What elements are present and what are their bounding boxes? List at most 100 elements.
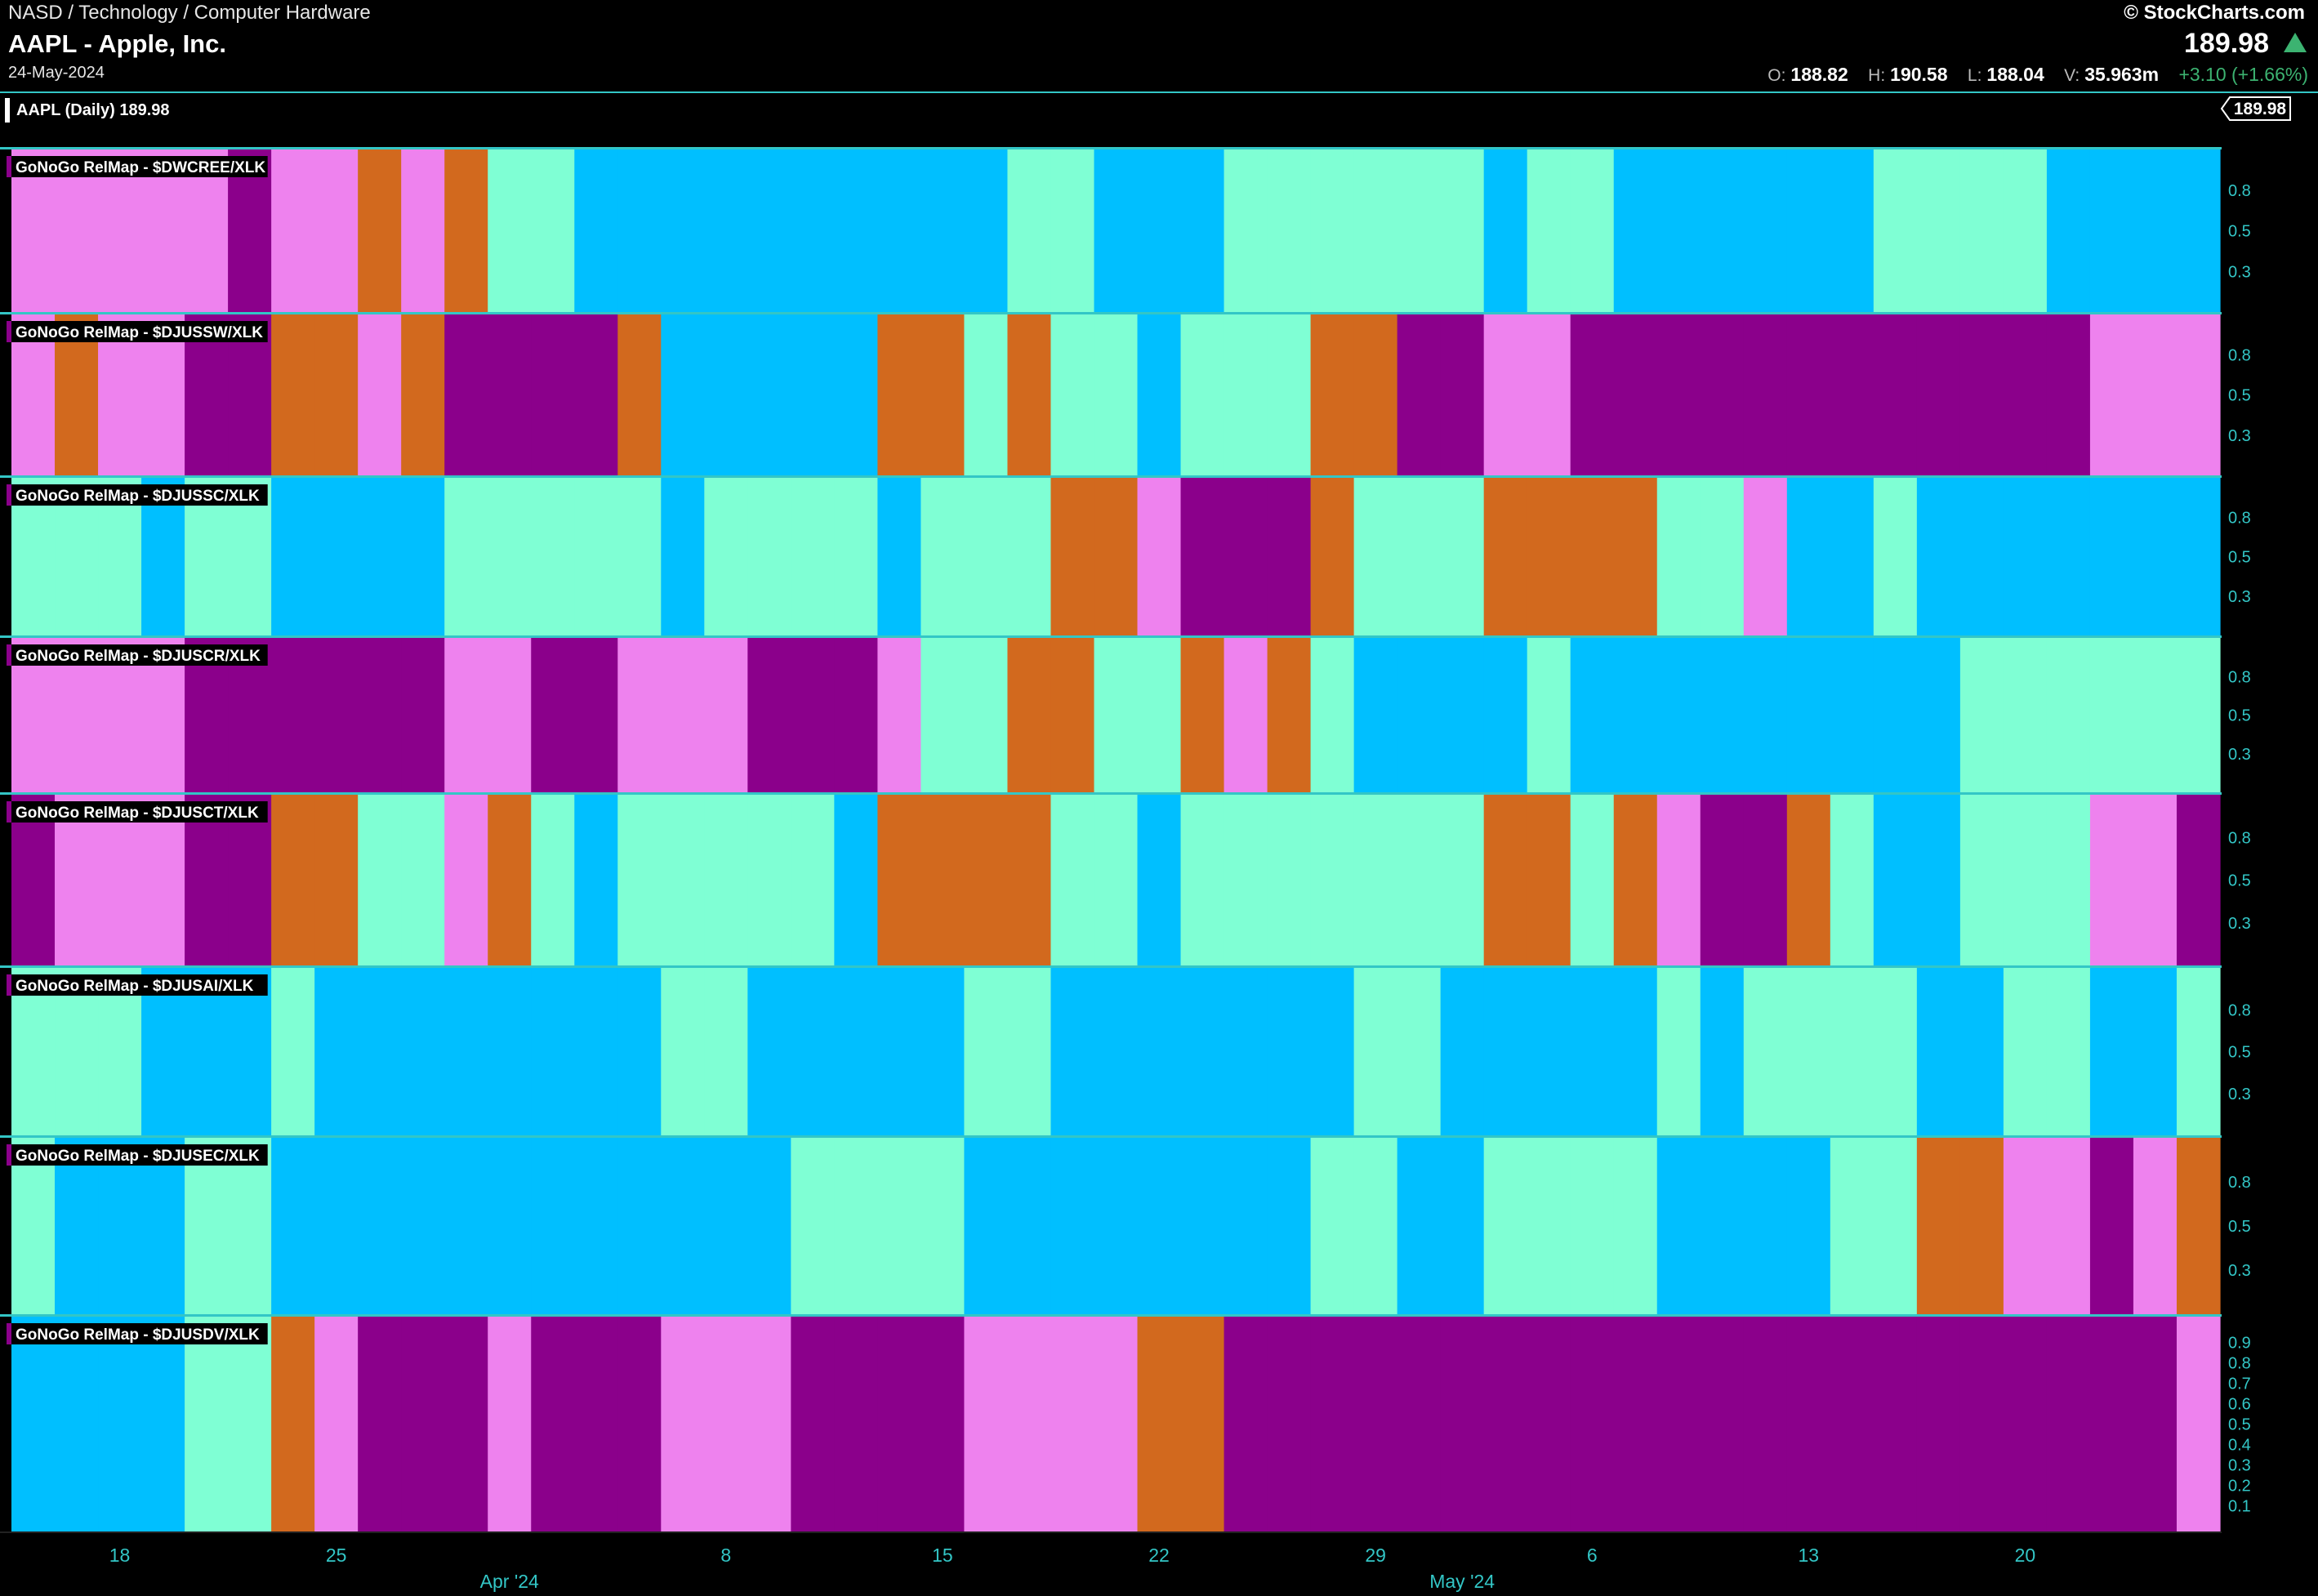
relmap-cell — [1873, 968, 1918, 1135]
relmap-cell — [271, 968, 315, 1135]
panel-legend-marker — [7, 644, 11, 666]
y-tick-label: 0.8 — [2228, 182, 2251, 200]
relmap-cell — [704, 1138, 748, 1314]
panel-separator — [0, 1314, 2222, 1317]
relmap-cell — [1007, 795, 1052, 965]
relmap-cell — [877, 149, 922, 312]
relmap-cell — [964, 1317, 1009, 1531]
relmap-cell — [791, 1317, 835, 1531]
relmap-cell — [964, 478, 1009, 635]
relmap-cell — [1916, 1317, 1961, 1531]
y-tick-label: 0.5 — [2228, 549, 2251, 567]
relmap-cell — [1094, 638, 1139, 792]
relmap-cell — [1959, 638, 2004, 792]
relmap-cell — [1830, 314, 1874, 475]
relmap-cell — [1094, 314, 1139, 475]
panel-legend: GoNoGo RelMap - $DJUSCT/XLK — [16, 805, 259, 822]
relmap-cell — [1786, 795, 1831, 965]
relmap-cell — [1873, 149, 1918, 312]
relmap-cell — [488, 478, 532, 635]
relmap-cell — [791, 314, 835, 475]
last-price-tag-text: 189.98 — [2234, 100, 2287, 118]
panel-legend-marker — [7, 156, 11, 177]
relmap-cell — [2176, 149, 2221, 312]
relmap-cell — [2089, 478, 2134, 635]
panel-legend: GoNoGo RelMap - $DJUSSW/XLK — [16, 324, 263, 341]
panel-legend: GoNoGo RelMap - $DJUSEC/XLK — [16, 1148, 260, 1165]
relmap-cell — [2089, 795, 2134, 965]
relmap-cell — [488, 1317, 532, 1531]
relmap-cell — [704, 149, 748, 312]
relmap-cell — [834, 1317, 878, 1531]
relmap-cell — [1527, 968, 1571, 1135]
relmap-cell — [2046, 478, 2091, 635]
relmap-cell — [1527, 149, 1571, 312]
relmap-cell — [2003, 478, 2048, 635]
relmap-cell — [488, 795, 532, 965]
relmap-cell — [2046, 314, 2091, 475]
relmap-cell — [358, 1138, 402, 1314]
relmap-cell — [2003, 795, 2048, 965]
relmap-cell — [401, 314, 445, 475]
relmap-cell — [1613, 638, 1658, 792]
relmap-cell — [2176, 968, 2221, 1135]
relmap-cell — [661, 1138, 705, 1314]
y-tick-label: 0.5 — [2228, 1416, 2251, 1434]
relmap-cell — [2133, 1317, 2178, 1531]
relmap-cell — [2133, 638, 2178, 792]
relmap-cell — [1007, 638, 1052, 792]
relmap-cell — [1094, 478, 1139, 635]
relmap-cell — [444, 1138, 488, 1314]
relmap-cell — [1873, 478, 1918, 635]
relmap-cell — [488, 638, 532, 792]
y-tick-label: 0.3 — [2228, 746, 2251, 764]
relmap-cell — [1353, 478, 1398, 635]
relmap-cell — [1916, 968, 1961, 1135]
x-tick-label: 20 — [2015, 1545, 2036, 1566]
relmap-cell — [1830, 968, 1874, 1135]
relmap-cell — [444, 795, 488, 965]
y-tick-label: 0.8 — [2228, 1001, 2251, 1019]
relmap-cell — [1050, 795, 1095, 965]
relmap-cell — [401, 1317, 445, 1531]
relmap-cell — [834, 968, 878, 1135]
relmap-cell — [1050, 478, 1095, 635]
relmap-cell — [2046, 1317, 2091, 1531]
relmap-cell — [2176, 1317, 2221, 1531]
relmap-cell — [704, 1317, 748, 1531]
relmap-cell — [1959, 1317, 2004, 1531]
relmap-cell — [747, 149, 791, 312]
relmap-cell — [1743, 149, 1788, 312]
y-tick-label: 0.3 — [2228, 263, 2251, 281]
relmap-cell — [661, 638, 705, 792]
relmap-cell — [1310, 1317, 1355, 1531]
relmap-cell — [1397, 1138, 1442, 1314]
relmap-cell — [1570, 795, 1615, 965]
relmap-cell — [1786, 314, 1831, 475]
x-tick-label: 25 — [326, 1545, 347, 1566]
relmap-cell — [1656, 478, 1701, 635]
relmap-cell — [1873, 1317, 1918, 1531]
relmap-cell — [1180, 1317, 1225, 1531]
relmap-cell — [401, 1138, 445, 1314]
relmap-cell — [877, 1138, 922, 1314]
relmap-cell — [2089, 638, 2134, 792]
relmap-cell — [98, 1317, 142, 1531]
relmap-cell — [791, 149, 835, 312]
relmap-cell — [185, 1317, 229, 1531]
relmap-cell — [574, 478, 618, 635]
relmap-cell — [1743, 1138, 1788, 1314]
relmap-cell — [964, 1138, 1009, 1314]
y-tick-label: 0.3 — [2228, 588, 2251, 606]
relmap-cell — [358, 149, 402, 312]
x-tick-label: 29 — [1365, 1545, 1386, 1566]
relmap-cell — [704, 478, 748, 635]
relmap-cell — [1397, 314, 1442, 475]
relmap-cell — [1830, 478, 1874, 635]
relmap-cell — [964, 795, 1009, 965]
relmap-cell — [271, 1317, 315, 1531]
relmap-cell — [531, 149, 575, 312]
y-tick-label: 0.3 — [2228, 427, 2251, 445]
panel-legend-marker — [7, 801, 11, 823]
relmap-cell — [1483, 1317, 1528, 1531]
